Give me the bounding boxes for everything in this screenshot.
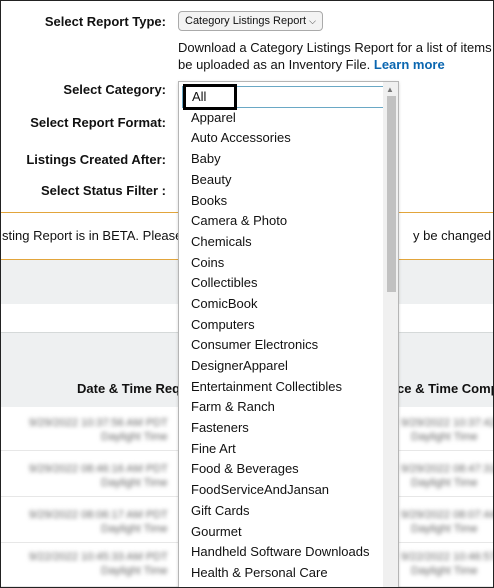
category-option[interactable]: Fine Art (191, 439, 236, 459)
category-label: Select Category: (63, 82, 166, 97)
completed-timezone: Daylight Time (411, 565, 478, 577)
category-option[interactable]: Books (191, 191, 227, 211)
completed-date: 9/29/2022 10:37:42 AM (401, 417, 494, 429)
category-option[interactable]: FoodServiceAndJansan (191, 480, 329, 500)
category-dropdown-list[interactable]: All Apparel Auto Accessories Baby Beauty… (178, 81, 399, 587)
completed-timezone: Daylight Time (411, 523, 478, 535)
category-option[interactable]: Gift Cards (191, 501, 250, 521)
category-option[interactable]: Entertainment Collectibles (191, 377, 342, 397)
category-option[interactable]: Farm & Ranch (191, 397, 275, 417)
requested-timezone: Daylight Time (101, 523, 168, 535)
column-date-requested[interactable]: Date & Time Req (77, 381, 180, 396)
chevron-down-icon: ⌵ (309, 15, 316, 26)
category-option[interactable]: Camera & Photo (191, 211, 287, 231)
requested-date: 9/22/2022 10:45:33 AM PDT (29, 551, 168, 563)
category-option[interactable]: Baby (191, 149, 221, 169)
category-option[interactable]: Coins (191, 253, 224, 273)
category-option[interactable]: Consumer Electronics (191, 335, 318, 355)
scroll-up-arrow-icon[interactable]: ▲ (386, 85, 394, 94)
category-option[interactable]: Collectibles (191, 273, 257, 293)
created-after-label: Listings Created After: (26, 152, 166, 167)
report-type-value: Category Listings Report (185, 15, 307, 27)
category-option[interactable]: Handheld Software Downloads (191, 542, 370, 562)
category-option[interactable]: DesignerApparel (191, 356, 288, 376)
column-date-completed[interactable]: ce & Time Compl (397, 381, 493, 396)
beta-banner-text: sting Report is in BETA. Please r (2, 228, 191, 243)
requested-date: 9/29/2022 08:46:16 AM PDT (29, 463, 168, 475)
category-option-label[interactable]: All (192, 87, 206, 107)
category-option[interactable]: ComicBook (191, 294, 257, 314)
completed-timezone: Daylight Time (411, 431, 478, 443)
completed-date: 9/22/2022 10:46:57 AM (401, 551, 494, 563)
learn-more-link[interactable]: Learn more (374, 57, 445, 72)
scrollbar-thumb[interactable] (387, 96, 396, 292)
category-option[interactable]: Computers (191, 315, 255, 335)
completed-date: 9/29/2022 08:07:44 AM (401, 509, 494, 521)
report-format-label: Select Report Format: (30, 115, 166, 130)
completed-date: 9/29/2022 08:47:31 AM (401, 463, 494, 475)
category-option[interactable]: Food & Beverages (191, 459, 299, 479)
category-option[interactable]: Fasteners (191, 418, 249, 438)
page-frame: Select Report Type: Category Listings Re… (0, 0, 494, 588)
report-type-select[interactable]: Category Listings Report ⌵ (178, 11, 323, 31)
category-option[interactable]: Apparel (191, 108, 236, 128)
description-line-2: be uploaded as an Inventory File. (178, 57, 371, 72)
requested-timezone: Daylight Time (101, 431, 168, 443)
category-option[interactable]: Health & Personal Care (191, 563, 328, 583)
requested-timezone: Daylight Time (101, 565, 168, 577)
requested-date: 9/29/2022 08:06:17 AM PDT (29, 509, 168, 521)
category-option[interactable]: Beauty (191, 170, 231, 190)
requested-date: 9/29/2022 10:37:56 AM PDT (29, 417, 168, 429)
dropdown-scrollbar[interactable]: ▲ (383, 82, 398, 587)
status-filter-label: Select Status Filter : (41, 183, 166, 198)
category-option[interactable]: Chemicals (191, 232, 252, 252)
beta-banner-text-right: y be changed or (413, 228, 493, 243)
report-description: Download a Category Listings Report for … (178, 39, 493, 73)
completed-timezone: Daylight Time (411, 477, 478, 489)
report-type-label: Select Report Type: (44, 14, 166, 29)
category-option[interactable]: Auto Accessories (191, 128, 291, 148)
requested-timezone: Daylight Time (101, 477, 168, 489)
description-line-1: Download a Category Listings Report for … (178, 40, 492, 55)
category-option[interactable]: Gourmet (191, 522, 242, 542)
